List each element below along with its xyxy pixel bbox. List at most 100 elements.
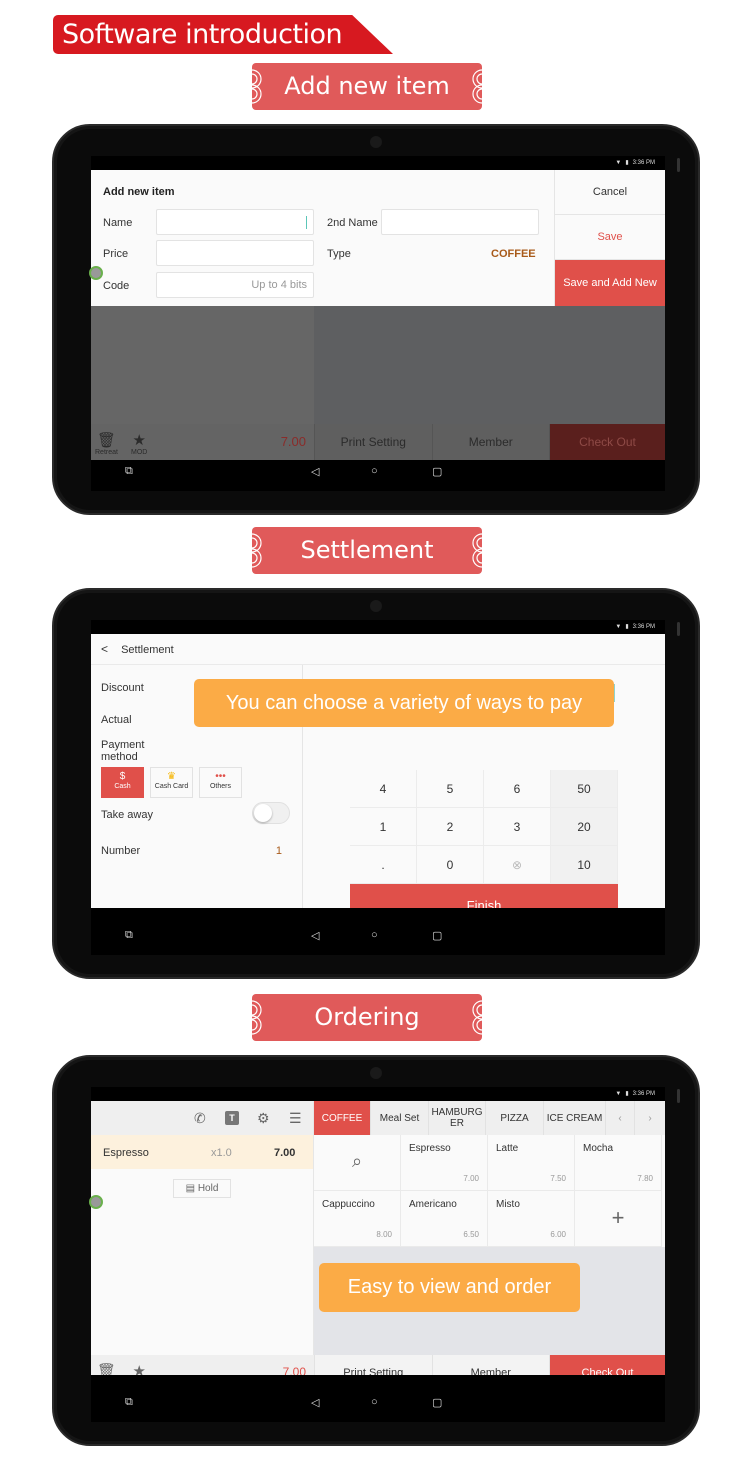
- recents-icon[interactable]: ▢: [432, 929, 442, 942]
- keypad-key[interactable]: 2: [417, 808, 484, 846]
- take-away-toggle[interactable]: [252, 802, 290, 824]
- recents-icon[interactable]: ▢: [432, 465, 442, 478]
- tablet-add-item: ▼ ▮ 3:36 PM Add new item Name 2nd Name Pri…: [52, 124, 700, 515]
- keypad-key[interactable]: 4: [350, 770, 417, 808]
- back-icon[interactable]: ◁: [311, 929, 319, 942]
- ornament-icon: [472, 533, 482, 568]
- tab-meal-set[interactable]: Meal Set: [371, 1101, 429, 1135]
- product-price: 7.00: [463, 1174, 479, 1183]
- code-label: Code: [103, 280, 130, 292]
- clear-key[interactable]: ⊗: [484, 846, 551, 884]
- product-tile[interactable]: Misto 6.00: [488, 1191, 575, 1247]
- chevron-left-icon[interactable]: ‹: [606, 1101, 635, 1135]
- quick-amount-key[interactable]: 10: [551, 846, 618, 884]
- payment-cash-button[interactable]: $ Cash: [101, 767, 144, 798]
- star-icon: ★: [132, 432, 146, 449]
- product-price: 7.80: [637, 1174, 653, 1183]
- hold-button[interactable]: ▤ Hold: [173, 1179, 231, 1198]
- toggle-knob: [254, 804, 272, 822]
- check-out-button[interactable]: Check Out: [549, 424, 665, 460]
- price-input[interactable]: [156, 240, 314, 266]
- phone-icon[interactable]: ✆: [194, 1110, 206, 1127]
- gear-icon[interactable]: ⚙: [257, 1110, 270, 1127]
- software-introduction-banner: Software introduction: [53, 15, 393, 54]
- cancel-button[interactable]: Cancel: [555, 170, 665, 215]
- clipboard-icon: ▤: [185, 1183, 196, 1194]
- number-value[interactable]: 1: [276, 845, 282, 857]
- tab-ice-cream[interactable]: ICE CREAM: [544, 1101, 606, 1135]
- dollar-icon: $: [119, 771, 126, 782]
- payment-callout: You can choose a variety of ways to pay: [194, 679, 614, 727]
- payment-others-button[interactable]: ••• Others: [199, 767, 242, 798]
- keypad-key[interactable]: 3: [484, 808, 551, 846]
- tab-coffee[interactable]: COFFEE: [314, 1101, 371, 1135]
- screenshot-icon[interactable]: ⧉: [125, 465, 133, 478]
- product-price: 8.00: [376, 1230, 392, 1239]
- settlement-header: < Settlement: [91, 634, 665, 665]
- floating-badge[interactable]: [89, 1195, 103, 1209]
- product-tile[interactable]: Espresso 7.00: [401, 1135, 488, 1191]
- take-away-label: Take away: [101, 809, 153, 821]
- keypad-key[interactable]: .: [350, 846, 417, 884]
- camera-icon: [370, 136, 382, 148]
- search-tile[interactable]: ⌕: [314, 1135, 401, 1191]
- tab-hamburger[interactable]: HAMBURG ER: [429, 1101, 486, 1135]
- keypad-key[interactable]: 1: [350, 808, 417, 846]
- side-button: [677, 158, 680, 172]
- section-title: Add new item: [284, 72, 450, 100]
- camera-icon: [370, 600, 382, 612]
- save-and-add-new-button[interactable]: Save and Add New: [555, 260, 665, 306]
- product-tile[interactable]: Americano 6.50: [401, 1191, 488, 1247]
- payment-cash-card-button[interactable]: ♛ Cash Card: [150, 767, 193, 798]
- member-button[interactable]: Member: [431, 424, 549, 460]
- section-ribbon-add-item: Add new item: [252, 63, 482, 110]
- home-icon[interactable]: ○: [371, 929, 378, 941]
- battery-icon: ▮: [625, 624, 629, 630]
- wifi-icon: ▼: [615, 160, 622, 166]
- screenshot-icon[interactable]: ⧉: [125, 1396, 133, 1409]
- text-cursor: [306, 216, 307, 229]
- quick-amount-key[interactable]: 20: [551, 808, 618, 846]
- tab-pizza[interactable]: PIZZA: [486, 1101, 544, 1135]
- mod-button[interactable]: ★MOD: [131, 432, 147, 457]
- back-icon[interactable]: ◁: [311, 465, 319, 478]
- tablet-ordering: ▼ ▮ 3:36 PM ✆ T ⚙ ☰ Espresso x1.0 7.00 ▤ H…: [52, 1055, 700, 1446]
- screenshot-icon[interactable]: ⧉: [125, 929, 133, 942]
- product-tile[interactable]: Latte 7.50: [488, 1135, 575, 1191]
- list-icon[interactable]: ☰: [289, 1110, 302, 1127]
- order-item-row[interactable]: Espresso x1.0 7.00: [91, 1135, 313, 1169]
- home-icon[interactable]: ○: [371, 465, 378, 477]
- keypad-key[interactable]: 5: [417, 770, 484, 808]
- back-chevron-icon[interactable]: <: [101, 642, 108, 656]
- save-button[interactable]: Save: [555, 215, 665, 260]
- keypad-key[interactable]: 6: [484, 770, 551, 808]
- android-nav-bar: ⧉ ◁ ○ ▢: [91, 908, 665, 948]
- quick-amount-key[interactable]: 50: [551, 770, 618, 808]
- retreat-button[interactable]: 🗑Retreat: [95, 432, 118, 457]
- status-bar: ▼ ▮ 3:36 PM: [91, 1087, 665, 1101]
- chevron-right-icon[interactable]: ›: [635, 1101, 665, 1135]
- product-price: 7.50: [550, 1174, 566, 1183]
- product-tile[interactable]: Mocha 7.80: [575, 1135, 662, 1191]
- floating-badge[interactable]: [89, 266, 103, 280]
- recents-icon[interactable]: ▢: [432, 1396, 442, 1409]
- takeout-icon[interactable]: T: [225, 1111, 239, 1125]
- back-icon[interactable]: ◁: [311, 1396, 319, 1409]
- keypad-key[interactable]: 0: [417, 846, 484, 884]
- ornament-icon: [252, 69, 262, 104]
- screen-settlement: ▼▮3:36 PM < Settlement Discount 0.00% Ac…: [91, 620, 665, 955]
- section-title: Ordering: [314, 1003, 420, 1031]
- print-setting-button[interactable]: Print Setting: [314, 424, 432, 460]
- crown-icon: ♛: [167, 771, 176, 782]
- product-tile[interactable]: Cappuccino 8.00: [314, 1191, 401, 1247]
- home-icon[interactable]: ○: [371, 1396, 378, 1408]
- type-value[interactable]: COFFEE: [491, 248, 536, 260]
- second-name-input[interactable]: [381, 209, 539, 235]
- code-input[interactable]: Up to 4 bits: [156, 272, 314, 298]
- name-input[interactable]: [156, 209, 314, 235]
- status-bar: ▼ ▮ 3:36 PM: [91, 620, 665, 634]
- battery-icon: ▮: [625, 1091, 629, 1097]
- add-product-tile[interactable]: +: [575, 1191, 662, 1247]
- order-item-qty: x1.0: [211, 1147, 232, 1159]
- trash-icon: 🗑: [96, 432, 116, 449]
